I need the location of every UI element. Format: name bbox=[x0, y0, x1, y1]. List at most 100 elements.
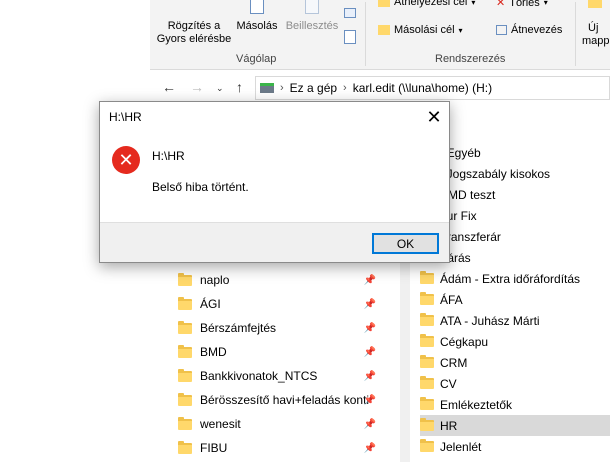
list-item-label: Ádám - Extra időráfordítás bbox=[440, 271, 581, 286]
move-to-icon bbox=[378, 0, 390, 7]
pin-icon[interactable]: 📌 bbox=[364, 299, 376, 310]
list-item[interactable]: Emlékeztetők bbox=[420, 394, 610, 415]
rename-icon bbox=[496, 25, 507, 35]
dialog-titlebar[interactable]: H:\HR ✕ bbox=[100, 102, 449, 132]
address-bar[interactable]: › Ez a gép › karl.edit (\\luna\home) (H:… bbox=[255, 76, 610, 100]
breadcrumb-this-pc[interactable]: Ez a gép bbox=[290, 81, 337, 95]
copy-to-button[interactable]: Másolási cél ▾ bbox=[378, 24, 463, 36]
close-icon[interactable]: ✕ bbox=[419, 102, 449, 132]
delete-button[interactable]: ✕ Törlés ▾ bbox=[496, 0, 548, 9]
forward-button[interactable]: → bbox=[190, 79, 204, 95]
drive-icon bbox=[260, 83, 274, 93]
folder-icon bbox=[420, 292, 434, 305]
dialog-body: ✕ H:\HR Belső hiba történt. bbox=[100, 132, 449, 222]
list-item[interactable]: Cégkapu bbox=[420, 331, 610, 352]
folder-icon bbox=[420, 355, 434, 368]
copy-to-icon bbox=[378, 25, 390, 35]
dialog-message: Belső hiba történt. bbox=[152, 180, 249, 194]
folder-icon bbox=[178, 368, 192, 382]
pin-icon[interactable]: 📌 bbox=[364, 347, 376, 358]
rename-label: Átnevezés bbox=[511, 24, 563, 36]
recent-locations-icon[interactable]: ⌄ bbox=[216, 83, 224, 94]
dialog-title: H:\HR bbox=[109, 110, 142, 124]
list-item-label: CRM bbox=[440, 355, 468, 370]
list-item[interactable]: ATA - Juhász Márti bbox=[420, 310, 610, 331]
sidebar-item-label: Bérösszesítő havi+feladás konti bbox=[200, 393, 370, 407]
list-item-label: _Jogszabály kisokos bbox=[440, 166, 551, 181]
dialog-heading: H:\HR bbox=[152, 149, 185, 163]
ribbon-separator bbox=[575, 2, 576, 66]
new-folder-label-1: Új bbox=[588, 22, 599, 34]
chevron-right-icon: › bbox=[343, 82, 347, 94]
list-item-label: ATA - Juhász Márti bbox=[440, 313, 540, 328]
pin-quick-access-button[interactable]: Rögzítés a Gyors elérésbe bbox=[154, 2, 234, 46]
delete-icon: ✕ bbox=[496, 0, 506, 9]
folder-icon bbox=[420, 313, 434, 326]
chevron-right-icon: › bbox=[280, 82, 284, 94]
paste-label: Beillesztés bbox=[285, 20, 339, 32]
sidebar-item-label: Bérszámfejtés bbox=[200, 321, 277, 335]
breadcrumb-home-drive[interactable]: karl.edit (\\luna\home) (H:) bbox=[353, 81, 492, 95]
folder-icon bbox=[420, 271, 434, 284]
copy-path-icon[interactable] bbox=[344, 30, 356, 44]
list-item[interactable]: ÁFA bbox=[420, 289, 610, 310]
copy-button[interactable]: Másolás bbox=[234, 0, 280, 33]
dialog-footer: OK bbox=[100, 222, 449, 262]
sidebar-item-label: naplo bbox=[200, 273, 230, 287]
pin-icon[interactable]: 📌 bbox=[364, 323, 376, 334]
folder-icon bbox=[178, 440, 192, 454]
list-item-label: CV bbox=[440, 376, 457, 391]
sidebar-item-fibu[interactable]: FIBU 📌 bbox=[178, 437, 390, 459]
ribbon: Rögzítés a Gyors elérésbe Másolás Beille… bbox=[150, 0, 610, 70]
cut-icon[interactable] bbox=[344, 8, 356, 18]
sidebar-item-label: FIBU bbox=[200, 441, 228, 455]
organize-group-label: Rendszerezés bbox=[435, 53, 506, 65]
folder-icon bbox=[178, 416, 192, 430]
folder-icon bbox=[178, 320, 192, 334]
sidebar-item-label: ÁGI bbox=[200, 297, 221, 311]
list-item[interactable]: Ádám - Extra időráfordítás bbox=[420, 268, 610, 289]
new-folder-button[interactable]: Új mappa bbox=[578, 0, 610, 48]
pin-icon[interactable]: 📌 bbox=[364, 419, 376, 430]
clipboard-group-label: Vágólap bbox=[236, 53, 277, 65]
delete-label: Törlés bbox=[509, 0, 540, 9]
sidebar-item-bmd[interactable]: BMD 📌 bbox=[178, 341, 390, 363]
list-item[interactable]: CRM bbox=[420, 352, 610, 373]
sidebar-item-agi[interactable]: ÁGI 📌 bbox=[178, 293, 390, 315]
sidebar-item-berosszesito[interactable]: Bérösszesítő havi+feladás konti 📌 bbox=[178, 389, 390, 411]
folder-icon bbox=[420, 418, 434, 431]
list-item[interactable]: Jelenlét bbox=[420, 436, 610, 457]
pin-icon[interactable]: 📌 bbox=[364, 371, 376, 382]
back-button[interactable]: ← bbox=[162, 79, 176, 95]
pin-icon[interactable]: 📌 bbox=[364, 395, 376, 406]
chevron-down-icon: ▾ bbox=[458, 25, 463, 35]
paste-icon bbox=[282, 0, 342, 20]
pin-icon[interactable]: 📌 bbox=[364, 443, 376, 454]
list-item-label: Emlékeztetők bbox=[440, 397, 513, 412]
paste-button[interactable]: Beillesztés bbox=[282, 0, 342, 33]
error-dialog: H:\HR ✕ ✕ H:\HR Belső hiba történt. OK bbox=[99, 101, 450, 263]
move-to-button[interactable]: Áthelyezési cél ▾ bbox=[378, 0, 475, 8]
list-item-label: HR bbox=[440, 418, 458, 433]
sidebar-item-label: BMD bbox=[200, 345, 227, 359]
error-icon: ✕ bbox=[112, 146, 140, 174]
sidebar-item-naplo[interactable]: naplo 📌 bbox=[178, 269, 390, 291]
sidebar-item-label: Bankkivonatok_NTCS bbox=[200, 369, 318, 383]
list-item[interactable]: CV bbox=[420, 373, 610, 394]
list-item-label: ÁFA bbox=[440, 292, 463, 307]
pin-quick-access-label-2: Gyors elérésbe bbox=[156, 33, 232, 45]
up-button[interactable]: ↑ bbox=[236, 79, 243, 95]
ok-button[interactable]: OK bbox=[372, 233, 439, 254]
pin-icon[interactable]: 📌 bbox=[364, 275, 376, 286]
chevron-down-icon: ▾ bbox=[543, 0, 548, 7]
chevron-down-icon: ▾ bbox=[471, 0, 476, 7]
list-item-label: Jelenlét bbox=[440, 439, 482, 454]
sidebar-item-wenesit[interactable]: wenesit 📌 bbox=[178, 413, 390, 435]
list-item-selected[interactable]: HR bbox=[420, 415, 610, 436]
sidebar-item-berszamfejtes[interactable]: Bérszámfejtés 📌 bbox=[178, 317, 390, 339]
sidebar-item-bankkivonatok[interactable]: Bankkivonatok_NTCS 📌 bbox=[178, 365, 390, 387]
rename-button[interactable]: Átnevezés bbox=[496, 24, 562, 36]
folder-icon bbox=[178, 392, 192, 406]
folder-icon bbox=[178, 272, 192, 286]
pin-quick-access-label-1: Rögzítés a bbox=[167, 20, 221, 32]
